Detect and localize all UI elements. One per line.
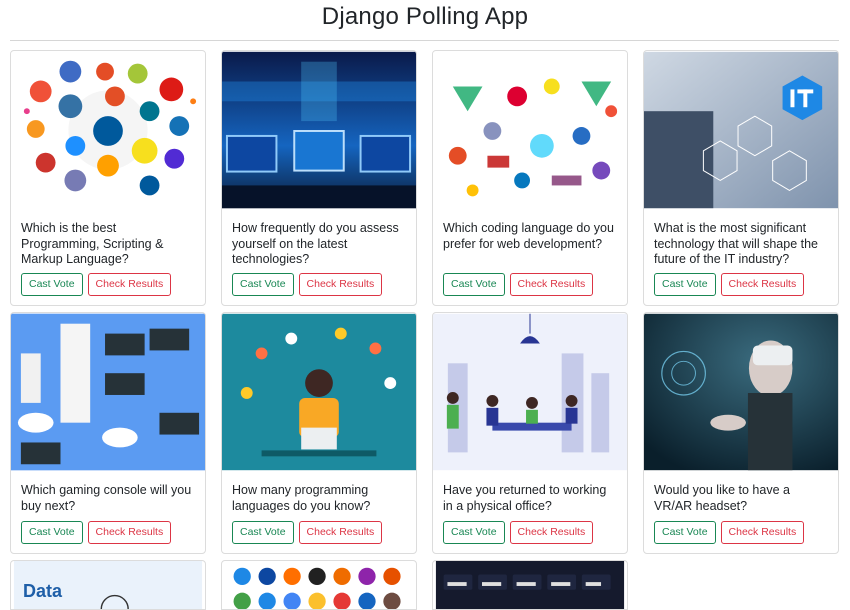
poll-card: How many programming languages do you kn…	[221, 312, 417, 554]
image-text: Data	[23, 581, 63, 601]
poll-question: How many programming languages do you kn…	[232, 483, 371, 513]
it-touchscreen-image	[644, 51, 838, 209]
cast-vote-button[interactable]: Cast Vote	[443, 273, 505, 296]
cast-vote-button[interactable]: Cast Vote	[21, 273, 83, 296]
poll-card: Which gaming console will you buy next? …	[10, 312, 206, 554]
poll-question: Which coding language do you prefer for …	[443, 221, 614, 251]
poll-card: Which is the best Programming, Scripting…	[10, 50, 206, 306]
poll-card-partial	[221, 560, 417, 610]
cast-vote-button[interactable]: Cast Vote	[232, 521, 294, 544]
poll-card-partial	[432, 560, 628, 610]
cast-vote-button[interactable]: Cast Vote	[654, 521, 716, 544]
check-results-button[interactable]: Check Results	[720, 273, 805, 296]
poll-card: Have you returned to working in a physic…	[432, 312, 628, 554]
check-results-button[interactable]: Check Results	[509, 273, 594, 296]
poll-card: How frequently do you assess yourself on…	[221, 50, 417, 306]
check-results-button[interactable]: Check Results	[298, 521, 383, 544]
check-results-button[interactable]: Check Results	[87, 273, 172, 296]
page-title: Django Polling App	[321, 3, 529, 30]
poll-question: Which is the best Programming, Scripting…	[21, 221, 164, 266]
poll-card: What is the most significant technology …	[643, 50, 839, 306]
poll-question: Would you like to have a VR/AR headset?	[654, 483, 790, 513]
vr-headset-image	[644, 313, 838, 471]
poll-card: Would you like to have a VR/AR headset? …	[643, 312, 839, 554]
web-tech-logos-image	[433, 51, 627, 209]
cast-vote-button[interactable]: Cast Vote	[232, 273, 294, 296]
check-results-button[interactable]: Check Results	[87, 521, 172, 544]
office-meeting-illustration-image	[433, 313, 627, 471]
poll-question: Which gaming console will you buy next?	[21, 483, 192, 513]
cast-vote-button[interactable]: Cast Vote	[443, 521, 505, 544]
poll-card-partial: Data	[10, 560, 206, 610]
poll-question: What is the most significant technology …	[654, 221, 818, 266]
check-results-button[interactable]: Check Results	[720, 521, 805, 544]
programming-languages-logos-image	[11, 51, 205, 209]
check-results-button[interactable]: Check Results	[509, 521, 594, 544]
programmer-illustration-image	[222, 313, 416, 471]
cast-vote-button[interactable]: Cast Vote	[21, 521, 83, 544]
poll-question: How frequently do you assess yourself on…	[232, 221, 399, 266]
poll-card: Which coding language do you prefer for …	[432, 50, 628, 306]
check-results-button[interactable]: Check Results	[298, 273, 383, 296]
browser-icons-image	[222, 561, 416, 609]
header-divider	[10, 40, 839, 41]
gaming-consoles-image	[11, 313, 205, 471]
cast-vote-button[interactable]: Cast Vote	[654, 273, 716, 296]
monitors-tech-image	[222, 51, 416, 209]
poll-question: Have you returned to working in a physic…	[443, 483, 607, 513]
dashboard-dark-image	[433, 561, 627, 609]
